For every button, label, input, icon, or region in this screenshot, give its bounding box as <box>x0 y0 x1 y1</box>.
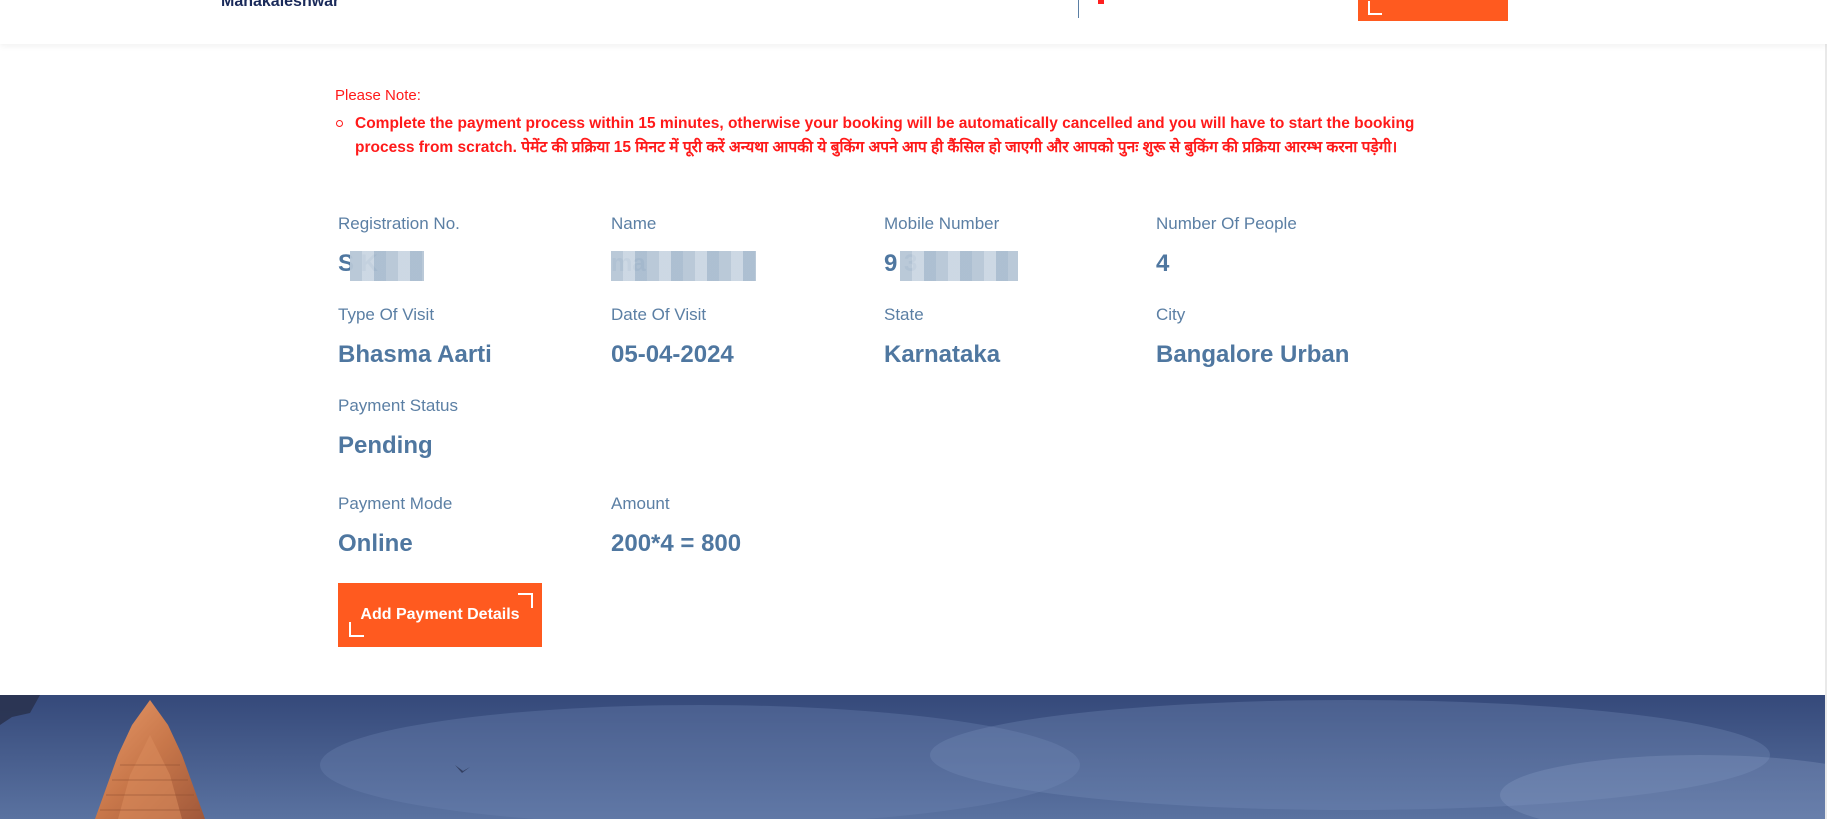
field-label: Payment Mode <box>338 494 453 513</box>
field-number-of-people: Number Of People 4 <box>1156 214 1416 278</box>
field-payment-mode: Payment Mode Online <box>338 494 598 558</box>
field-value: S K <box>338 250 598 281</box>
field-label: Mobile Number <box>884 214 1000 233</box>
button-label: Add Payment Details <box>360 606 520 623</box>
field-state: State Karnataka <box>884 305 1144 369</box>
field-value: Bangalore Urban <box>1156 341 1350 368</box>
field-city: City Bangalore Urban <box>1156 305 1416 369</box>
header-action-button[interactable] <box>1358 0 1508 21</box>
corner-bracket-icon <box>518 593 533 608</box>
header-indicator <box>1098 0 1104 4</box>
field-label: State <box>884 305 924 324</box>
field-label: Date Of Visit <box>611 305 707 324</box>
temple-background-image <box>0 695 1825 819</box>
field-value: Bhasma Aarti <box>338 341 492 368</box>
brand-subtitle[interactable]: Mahakaleshwar <box>221 0 339 11</box>
field-value: 9 3 <box>884 250 1144 281</box>
add-payment-details-button[interactable]: Add Payment Details <box>338 583 542 647</box>
field-value: Karnataka <box>884 341 1001 368</box>
note-title: Please Note: <box>335 87 421 104</box>
field-date-of-visit: Date Of Visit 05-04-2024 <box>611 305 871 369</box>
note-list: Complete the payment process within 15 m… <box>335 112 1415 159</box>
field-type-of-visit: Type Of Visit Bhasma Aarti <box>338 305 598 369</box>
temple-illustration <box>0 695 1825 819</box>
header-divider <box>1078 0 1079 18</box>
field-registration-no: Registration No. S K <box>338 214 598 281</box>
field-label: City <box>1156 305 1186 324</box>
field-value: Online <box>338 530 413 557</box>
redaction-blur <box>611 251 756 281</box>
field-name: Name ma <box>611 214 871 281</box>
field-value: 05-04-2024 <box>611 341 734 368</box>
field-payment-status: Payment Status Pending <box>338 396 598 460</box>
corner-bracket-icon <box>1368 1 1382 15</box>
redaction-blur <box>900 251 1018 281</box>
bullet-icon <box>336 120 343 127</box>
corner-bracket-icon <box>349 622 364 637</box>
note-item-text: Complete the payment process within 15 m… <box>355 115 1415 156</box>
field-label: Name <box>611 214 657 233</box>
field-mobile-number: Mobile Number 9 3 <box>884 214 1144 281</box>
field-amount: Amount 200*4 = 800 <box>611 494 871 558</box>
status-value: Pending <box>338 432 433 459</box>
site-header: Mahakaleshwar <box>0 0 1827 44</box>
field-label: Number Of People <box>1156 214 1297 233</box>
field-label: Payment Status <box>338 396 459 415</box>
field-label: Type Of Visit <box>338 305 435 324</box>
field-value: ma <box>611 250 871 281</box>
field-value: 200*4 = 800 <box>611 530 742 557</box>
field-label: Registration No. <box>338 214 460 233</box>
redaction-blur <box>350 251 424 281</box>
field-label: Amount <box>611 494 670 513</box>
field-value: 4 <box>1156 250 1170 277</box>
note-item: Complete the payment process within 15 m… <box>335 112 1415 159</box>
